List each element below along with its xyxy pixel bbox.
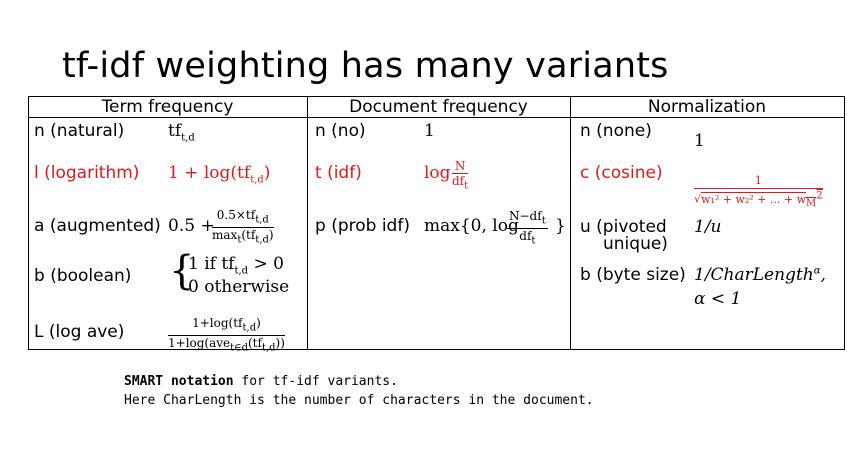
doc-idf-label: t (idf) xyxy=(315,163,362,183)
table-right-border xyxy=(844,96,845,350)
norm-pivoted-label-line2: unique) xyxy=(603,234,668,254)
caption-bold: SMART notation xyxy=(124,374,234,389)
term-log-ave-fraction: 1+log(tft,d) 1+log(avet∈d(tft,d)) xyxy=(168,316,285,354)
term-boolean-label: b (boolean) xyxy=(34,266,132,286)
header-normalization: Normalization xyxy=(647,97,767,117)
norm-cosine-fraction: 1 √w₁² + w₂² + ... + wM2 xyxy=(694,174,823,209)
term-augmented-prefix: 0.5 + xyxy=(168,216,215,236)
term-log-ave-label: L (log ave) xyxy=(34,322,125,342)
doc-prob-idf-max: max{0, log xyxy=(424,216,519,236)
doc-prob-idf-close: } xyxy=(555,216,566,236)
doc-idf-log: log xyxy=(424,163,451,183)
term-augmented-fraction: 0.5×tft,d maxt(tft,d) xyxy=(212,208,274,246)
term-augmented-label: a (augmented) xyxy=(34,216,161,236)
header-divider xyxy=(28,117,845,118)
caption-line-2: Here CharLength is the number of charact… xyxy=(124,393,594,408)
norm-none-label: n (none) xyxy=(580,121,652,141)
doc-prob-idf-label: p (prob idf) xyxy=(315,216,410,236)
norm-byte-size-constraint: α < 1 xyxy=(694,289,742,309)
norm-pivoted-formula: 1/u xyxy=(694,217,722,237)
table-left-border xyxy=(28,96,29,350)
doc-no-formula: 1 xyxy=(424,121,435,141)
caption-line-1: SMART notation for tf-idf variants. xyxy=(124,374,398,389)
doc-prob-idf-fraction: N−dft dft xyxy=(507,209,548,247)
norm-byte-size-formula: 1/CharLengthα, xyxy=(694,265,826,285)
norm-cosine-label: c (cosine) xyxy=(580,163,663,183)
term-logarithm-label: l (logarithm) xyxy=(34,163,140,183)
boolean-case-1: 1 if tft,d > 0 xyxy=(188,254,284,277)
term-natural-formula: tft,d xyxy=(168,121,195,144)
header-document-frequency: Document frequency xyxy=(349,97,528,117)
page-title: tf-idf weighting has many variants xyxy=(62,46,669,86)
term-logarithm-formula: 1 + log(tft,d) xyxy=(168,163,271,186)
table-bottom-border xyxy=(28,349,845,350)
norm-none-formula: 1 xyxy=(694,131,705,151)
doc-idf-fraction: N dft xyxy=(452,159,469,192)
column-divider-2 xyxy=(570,96,571,350)
header-term-frequency: Term frequency xyxy=(101,97,234,117)
norm-byte-size-label: b (byte size) xyxy=(580,265,686,285)
term-natural-label: n (natural) xyxy=(34,121,125,141)
boolean-case-2: 0 otherwise xyxy=(188,277,290,297)
column-divider-1 xyxy=(307,96,308,350)
doc-no-label: n (no) xyxy=(315,121,366,141)
